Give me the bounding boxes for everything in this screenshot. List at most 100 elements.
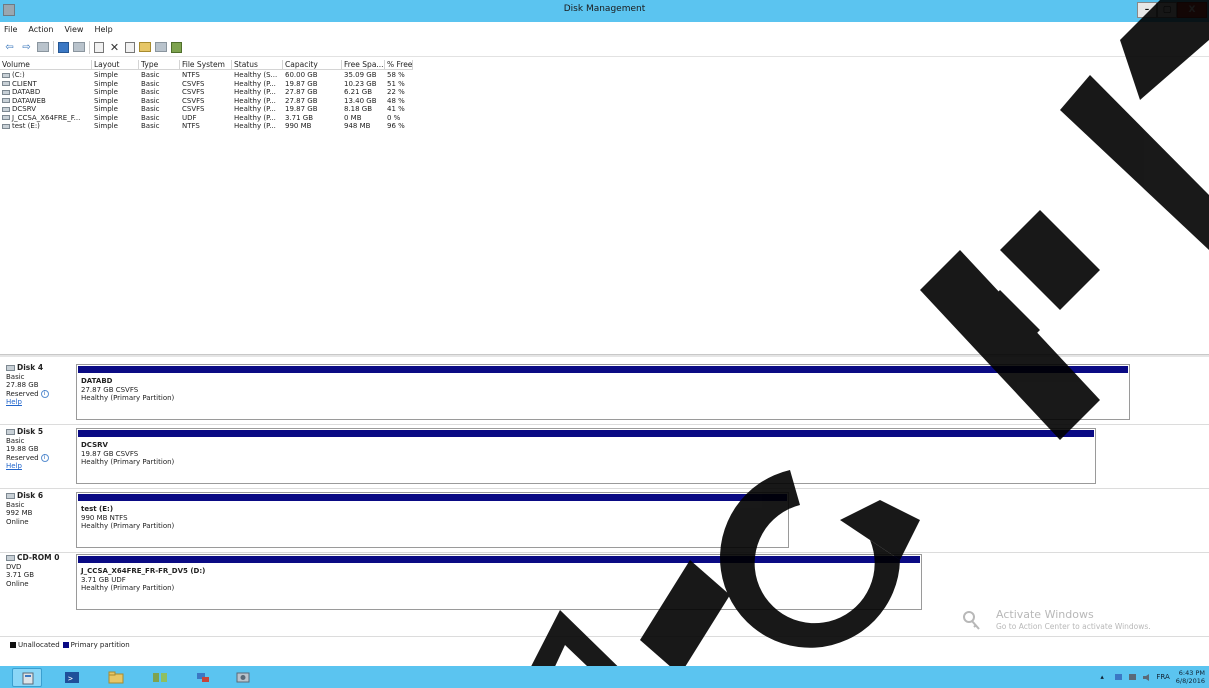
minimize-button[interactable]: – (1137, 2, 1157, 18)
disk-info[interactable]: CD-ROM 0 DVD 3.71 GB Online (6, 553, 74, 588)
volume-status: Healthy (P... (234, 96, 276, 105)
maximize-button[interactable]: ▢ (1157, 2, 1177, 18)
help-link[interactable]: Help (6, 462, 74, 471)
taskbar-cluster-manager[interactable] (145, 668, 175, 687)
flag-icon[interactable] (1114, 673, 1123, 682)
refresh-icon[interactable] (94, 41, 104, 53)
properties-icon[interactable] (125, 41, 135, 53)
open-folder-icon[interactable] (139, 42, 151, 52)
taskbar-network-tool[interactable] (188, 668, 218, 687)
volume-status: Healthy (P... (234, 122, 276, 130)
column-free-space[interactable]: Free Spa... (342, 60, 385, 70)
volume-status: Healthy (P... (234, 105, 276, 113)
disk-info[interactable]: Disk 5 Basic 19.88 GB Reserved i Help (6, 427, 74, 471)
unallocated-swatch (10, 642, 16, 648)
disk-info[interactable]: Disk 6 Basic 992 MB Online (6, 491, 74, 526)
legend-unallocated: Unallocated (18, 641, 60, 649)
help-icon[interactable] (58, 41, 69, 53)
column-status[interactable]: Status (232, 60, 283, 70)
info-icon[interactable]: i (40, 389, 49, 398)
volume-file-system: NTFS (182, 71, 200, 79)
properties-pane-icon[interactable] (73, 42, 85, 52)
column-percent-free[interactable]: % Free (385, 60, 413, 70)
column-file-system[interactable]: File System (180, 60, 232, 70)
volume-type: Basic (141, 113, 160, 122)
volume-status: Healthy (P... (234, 113, 276, 122)
volume-file-system: CSVFS (182, 105, 205, 113)
primary-partition-bar (78, 366, 1128, 373)
table-row[interactable]: CLIENT Simple Basic CSVFS Healthy (P... … (0, 80, 413, 89)
volume-status: Healthy (P... (234, 88, 276, 96)
table-row[interactable]: J_CCSA_X64FRE_F... Simple Basic UDF Heal… (0, 114, 413, 123)
taskbar-computer-management[interactable] (228, 668, 258, 687)
legend: Unallocated Primary partition (10, 641, 130, 649)
table-row[interactable]: DATAWEB Simple Basic CSVFS Healthy (P...… (0, 97, 413, 106)
disk-info[interactable]: Disk 4 Basic 27.88 GB Reserved i Help (6, 363, 74, 407)
disk-kind: Basic (6, 436, 25, 445)
disk-name: CD-ROM 0 (17, 553, 60, 562)
volume-name: DATABD (12, 88, 41, 96)
partition-name: DCSRV (81, 441, 108, 449)
toolbar-separator (89, 40, 90, 54)
taskbar-file-explorer[interactable] (101, 668, 131, 687)
back-arrow-icon[interactable]: ⇦ (3, 41, 16, 54)
menu-action[interactable]: Action (28, 22, 53, 37)
partition-block[interactable]: J_CCSA_X64FRE_FR-FR_DV5 (D:) 3.71 GB UDF… (76, 554, 922, 610)
volume-file-system: CSVFS (182, 79, 205, 88)
table-row[interactable]: DATABD Simple Basic CSVFS Healthy (P... … (0, 88, 413, 97)
pane-splitter[interactable] (0, 354, 1209, 357)
disk-kind: DVD (6, 562, 22, 571)
close-button[interactable]: X (1177, 2, 1207, 18)
volume-free-space: 948 MB (344, 122, 371, 130)
table-row[interactable]: (C:) Simple Basic NTFS Healthy (S... 60.… (0, 71, 413, 80)
title-bar: Disk Management – ▢ X (0, 0, 1209, 22)
manage-icon[interactable] (171, 41, 182, 53)
search-icon[interactable] (155, 42, 167, 52)
volume-capacity: 27.87 GB (285, 96, 318, 105)
volume-layout: Simple (94, 79, 118, 88)
folder-icon (108, 671, 124, 684)
network-status-icon[interactable] (1128, 673, 1137, 682)
delete-icon[interactable]: ✕ (108, 41, 121, 54)
taskbar-powershell[interactable]: > (57, 668, 87, 687)
table-row[interactable]: test (E:) Simple Basic NTFS Healthy (P..… (0, 122, 413, 131)
volume-free-space: 13.40 GB (344, 96, 377, 105)
volume-capacity: 3.71 GB (285, 113, 314, 122)
show-hide-console-tree-icon[interactable] (37, 42, 49, 52)
table-row[interactable]: DCSRV Simple Basic CSVFS Healthy (P... 1… (0, 105, 413, 114)
language-indicator[interactable]: FRA (1156, 673, 1169, 681)
disk-kind: Basic (6, 372, 25, 381)
volume-type: Basic (141, 88, 160, 96)
volume-rows: (C:) Simple Basic NTFS Healthy (S... 60.… (0, 71, 413, 131)
menu-file[interactable]: File (4, 22, 17, 37)
volume-percent-free: 0 % (387, 113, 401, 122)
drive-icon (2, 123, 10, 129)
volume-capacity: 27.87 GB (285, 88, 318, 96)
partition-block[interactable]: test (E:) 990 MB NTFS Healthy (Primary P… (76, 492, 789, 548)
partition-block[interactable]: DATABD 27.87 GB CSVFS Healthy (Primary P… (76, 364, 1130, 420)
cd-rom-icon (6, 555, 15, 561)
partition-size: 3.71 GB UDF (81, 575, 126, 584)
volume-name: (C:) (12, 71, 25, 79)
volume-name: J_CCSA_X64FRE_F... (12, 113, 81, 122)
volume-type: Basic (141, 96, 160, 105)
disk-size: 992 MB (6, 509, 33, 517)
help-link[interactable]: Help (6, 398, 74, 407)
forward-arrow-icon[interactable]: ⇨ (20, 41, 33, 54)
menu-help[interactable]: Help (94, 22, 112, 37)
volume-capacity: 19.87 GB (285, 79, 318, 88)
taskbar-server-manager[interactable] (12, 668, 42, 687)
show-hidden-icons-icon[interactable]: ▴ (1100, 673, 1109, 682)
disk-state: Online (6, 517, 29, 526)
info-icon[interactable]: i (40, 453, 49, 462)
partition-name: DATABD (81, 377, 113, 385)
column-layout[interactable]: Layout (92, 60, 139, 70)
column-volume[interactable]: Volume (0, 60, 92, 70)
column-type[interactable]: Type (139, 60, 180, 70)
column-capacity[interactable]: Capacity (283, 60, 342, 70)
menu-view[interactable]: View (64, 22, 83, 37)
clock[interactable]: 6:43 PM 6/8/2016 (1176, 669, 1205, 685)
volume-icon[interactable] (1142, 673, 1151, 682)
partition-block[interactable]: DCSRV 19.87 GB CSVFS Healthy (Primary Pa… (76, 428, 1096, 484)
drive-icon (2, 72, 10, 78)
